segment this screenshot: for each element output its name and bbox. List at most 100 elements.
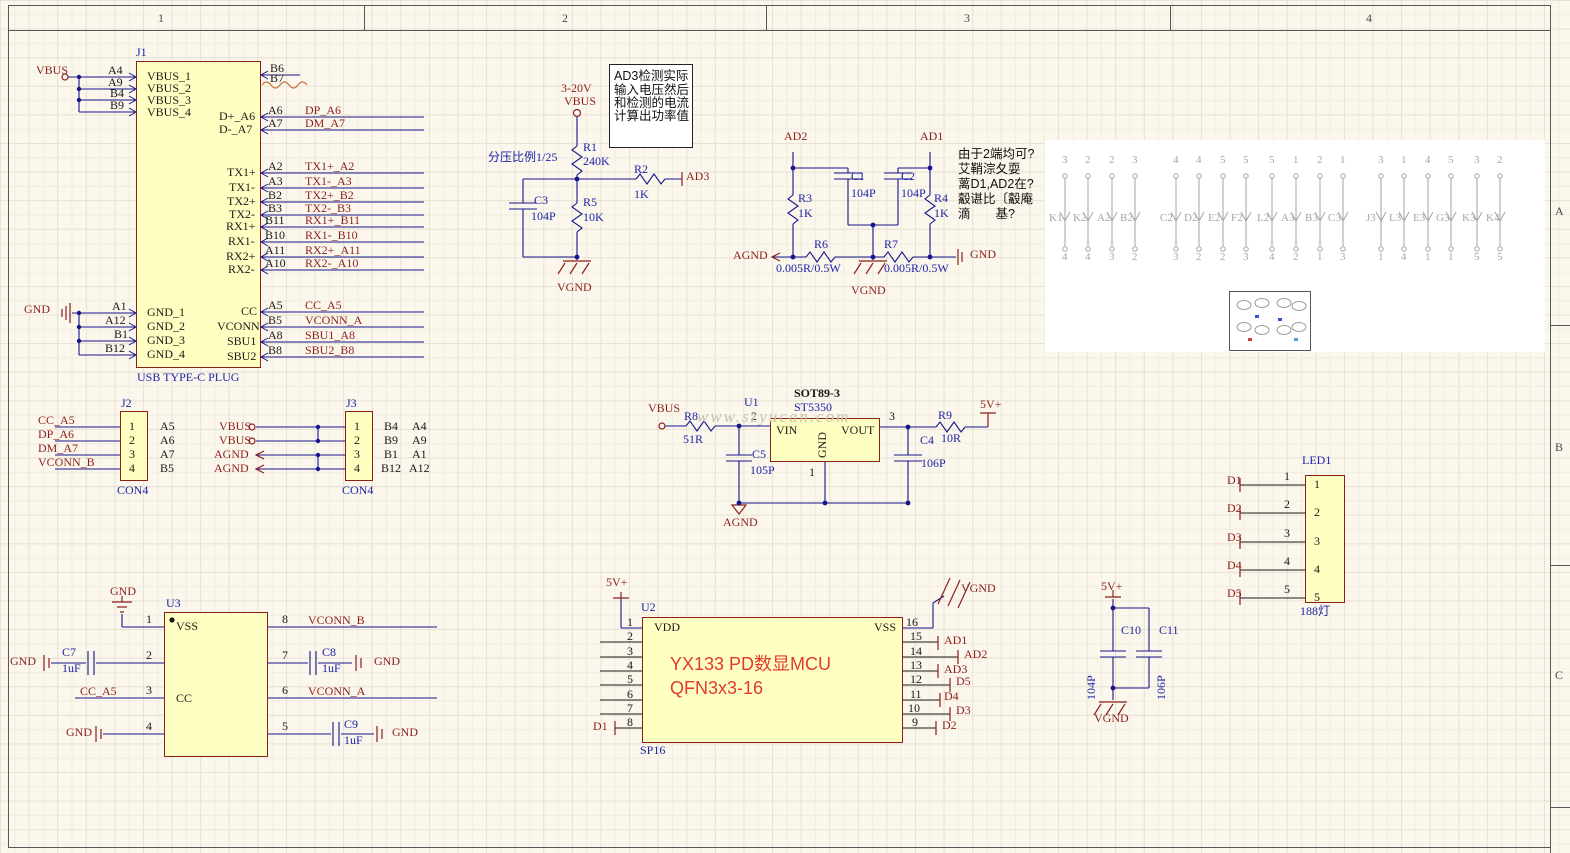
label-b1: B1	[384, 448, 398, 460]
label-b10: B10	[265, 229, 285, 241]
label-5: 5	[282, 720, 288, 732]
label-105p: 105P	[750, 464, 775, 476]
label-b7: B7	[270, 72, 284, 84]
b7-noconnect-squiggle	[262, 82, 307, 88]
label-4: 4	[1085, 252, 1091, 263]
label-c5: C5	[752, 448, 766, 460]
label-agnd: AGND	[733, 249, 768, 261]
label-cc: CC	[176, 692, 192, 704]
label-gnd: GND	[110, 585, 136, 597]
label-8: 8	[627, 716, 633, 728]
label-a1: A1	[412, 448, 427, 460]
label-d3: D3	[956, 704, 971, 716]
label-2: 2	[1314, 506, 1320, 518]
label-rx1-_b10: RX1-_B10	[305, 229, 358, 241]
label-5: 5	[1269, 155, 1275, 166]
refdes-u2: U2	[641, 601, 656, 613]
label-9: 9	[912, 716, 918, 728]
label-b12: B12	[105, 342, 125, 354]
label-5: 5	[1314, 591, 1320, 603]
label-rx1+: RX1+	[226, 220, 255, 232]
label-240k: 240K	[583, 155, 610, 167]
label-gnd_2: GND_2	[147, 320, 185, 332]
label-2: 2	[1284, 498, 1290, 510]
label-d4: D4	[1227, 559, 1242, 571]
label-2: 2	[354, 434, 360, 446]
label-l2: L2	[1257, 213, 1269, 224]
label-tx2+: TX2+	[227, 195, 256, 207]
label-104p: 104P	[531, 210, 556, 222]
mcu-title: YX133 PD数显MCU	[670, 655, 831, 673]
label-dp_a6: DP_A6	[305, 104, 341, 116]
label-cc_a5: CC_A5	[305, 299, 342, 311]
label-sbu1: SBU1	[227, 335, 256, 347]
label-12: 12	[910, 673, 922, 685]
label-rx2+: RX2+	[226, 250, 255, 262]
label-c10: C10	[1121, 624, 1141, 636]
label-1k: 1K	[798, 207, 813, 219]
label-a8: A8	[268, 329, 283, 341]
label-1: 1	[1314, 478, 1320, 490]
label-d5: D5	[1227, 587, 1242, 599]
label-a1: A1	[112, 300, 127, 312]
label-1: 1	[1401, 155, 1407, 166]
label-r8: R8	[684, 410, 698, 422]
label-3: 3	[146, 684, 152, 696]
schematic-canvas[interactable]: 1234 ABC	[0, 0, 1570, 853]
label-a5: A5	[268, 299, 283, 311]
label-con4: CON4	[342, 484, 373, 496]
label-1: 1	[1284, 470, 1290, 482]
label-vbus_4: VBUS_4	[147, 106, 191, 118]
label-vconn_a: VCONN_A	[308, 685, 365, 697]
part-name-j1: USB TYPE-C PLUG	[137, 371, 239, 383]
mcu-package: QFN3x3-16	[670, 679, 763, 697]
label-3: 3	[354, 448, 360, 460]
label-vdd: VDD	[654, 621, 680, 633]
label-a3: A3	[268, 175, 283, 187]
label-1: 1	[146, 613, 152, 625]
label-3: 3	[1243, 252, 1249, 263]
label-5v+: 5V+	[980, 398, 1001, 410]
label-6: 6	[627, 688, 633, 700]
label-c3: C3	[1328, 213, 1341, 224]
label-cc_a5: CC_A5	[38, 414, 75, 426]
label-3: 3	[1474, 155, 1480, 166]
label-104p: 104P	[901, 187, 926, 199]
label-rx2-: RX2-	[228, 263, 255, 275]
label-2: 2	[146, 649, 152, 661]
label-1: 1	[1293, 155, 1299, 166]
label-vgnd: VGND	[1094, 712, 1129, 724]
label-tx1-: TX1-	[229, 181, 255, 193]
label-a5: A5	[160, 420, 175, 432]
refdes-led1: LED1	[1302, 454, 1331, 466]
label-ad3: AD3检测实际	[614, 70, 688, 83]
label-1: 1	[1317, 252, 1323, 263]
label-tx1-_a3: TX1-_A3	[305, 175, 352, 187]
label-4: 4	[1269, 252, 1275, 263]
label-sbu2_b8: SBU2_B8	[305, 344, 354, 356]
label-gnd: GND	[66, 726, 92, 738]
label-k1: K1	[1049, 213, 1062, 224]
label-3: 3	[1284, 527, 1290, 539]
label-a4: A4	[412, 420, 427, 432]
label-7: 7	[627, 702, 633, 714]
label-rx1+_b11: RX1+_B11	[305, 214, 360, 226]
label-j3: J3	[1366, 213, 1376, 224]
label-3-20v: 3-20V	[561, 82, 592, 94]
label-d5: D5	[956, 675, 971, 687]
label-2: 2	[1109, 155, 1115, 166]
label-vss: VSS	[874, 621, 896, 633]
package-u2: SP16	[640, 744, 665, 756]
label-5: 5	[1284, 583, 1290, 595]
label-8: 8	[282, 613, 288, 625]
label-d-_a7: D-_A7	[219, 123, 252, 135]
label-vgnd: VGND	[557, 281, 592, 293]
label-con4: CON4	[117, 484, 148, 496]
label-vgnd: VGND	[851, 284, 886, 296]
label-vbus: VBUS	[564, 95, 596, 107]
label-2: 2	[1085, 155, 1091, 166]
label-1k: 1K	[634, 188, 649, 200]
label-b11: B11	[265, 214, 285, 226]
label-b5: B5	[160, 462, 174, 474]
label-6: 6	[282, 684, 288, 696]
